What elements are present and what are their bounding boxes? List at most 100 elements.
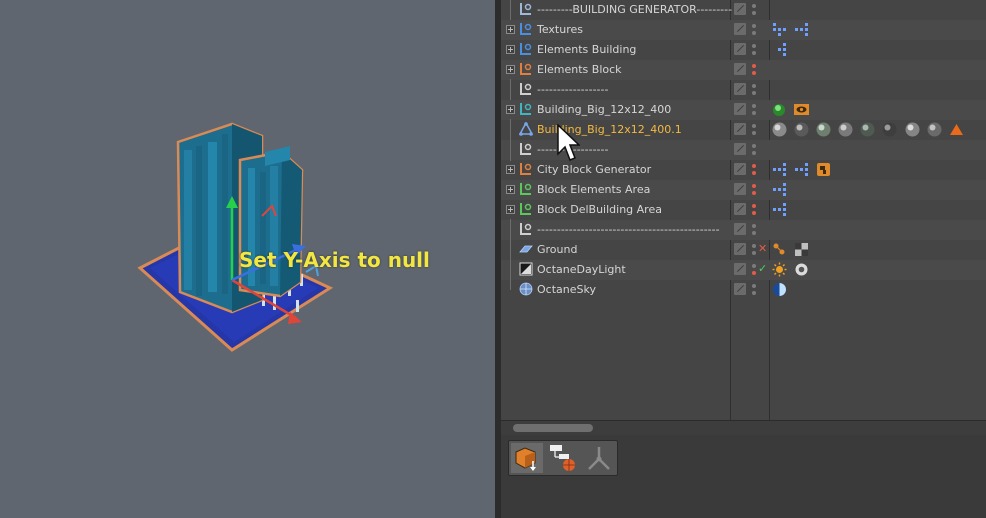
object-name[interactable]: Block DelBuilding Area xyxy=(537,202,662,218)
object-name[interactable]: ---------BUILDING GENERATOR--------- xyxy=(537,2,732,18)
object-name[interactable]: Ground xyxy=(537,242,577,258)
disabled-status-icon[interactable]: ✕ xyxy=(758,243,767,255)
object-row[interactable]: OctaneDayLight ✓ xyxy=(501,259,986,281)
hierarchy-mode-button[interactable] xyxy=(547,443,579,473)
object-name[interactable]: City Block Generator xyxy=(537,162,651,178)
render-visibility-dot[interactable] xyxy=(752,91,756,95)
layer-toggle[interactable] xyxy=(734,163,746,175)
material-tag-icon[interactable] xyxy=(838,122,853,137)
layer-toggle[interactable] xyxy=(734,123,746,135)
object-row[interactable]: ----------------------------------------… xyxy=(501,219,986,241)
render-visibility-dot[interactable] xyxy=(752,231,756,235)
object-row[interactable]: OctaneSky xyxy=(501,279,986,300)
layer-toggle[interactable] xyxy=(734,63,746,75)
render-visibility-dot[interactable] xyxy=(752,211,756,215)
display-tag-icon[interactable] xyxy=(794,102,810,117)
settings-tag-icon[interactable] xyxy=(794,262,809,277)
object-name[interactable]: Textures xyxy=(537,22,583,38)
enabled-status-icon[interactable]: ✓ xyxy=(758,263,767,275)
warning-tag-icon[interactable] xyxy=(949,122,964,137)
object-name[interactable]: OctaneSky xyxy=(537,282,596,298)
render-visibility-dot[interactable] xyxy=(752,111,756,115)
hierarchy-tag-icon[interactable] xyxy=(794,162,809,177)
material-tag-icon[interactable] xyxy=(860,122,875,137)
object-name[interactable]: Elements Building xyxy=(537,42,636,58)
render-visibility-dot[interactable] xyxy=(752,51,756,55)
layer-toggle[interactable] xyxy=(734,283,746,295)
material-tag-icon[interactable] xyxy=(794,122,809,137)
layer-toggle[interactable] xyxy=(734,23,746,35)
object-row[interactable]: Ground ✕ xyxy=(501,239,986,261)
object-row[interactable]: Block Elements Area xyxy=(501,180,986,200)
layer-toggle[interactable] xyxy=(734,3,746,15)
render-visibility-dot[interactable] xyxy=(752,191,756,195)
editor-visibility-dot[interactable] xyxy=(752,84,756,88)
editor-visibility-dot[interactable] xyxy=(752,224,756,228)
object-row[interactable]: ------------------ xyxy=(501,79,986,101)
render-visibility-dot[interactable] xyxy=(752,171,756,175)
xpresso-tag-icon[interactable] xyxy=(816,162,831,177)
editor-visibility-dot[interactable] xyxy=(752,264,756,268)
hierarchy-tag-icon[interactable] xyxy=(772,22,787,37)
scrollbar-thumb[interactable] xyxy=(513,424,593,432)
layer-toggle[interactable] xyxy=(734,83,746,95)
material-tag-icon[interactable] xyxy=(772,122,787,137)
layer-toggle[interactable] xyxy=(734,103,746,115)
editor-visibility-dot[interactable] xyxy=(752,204,756,208)
phong-tag-icon[interactable] xyxy=(772,102,787,117)
render-visibility-dot[interactable] xyxy=(752,291,756,295)
layer-toggle[interactable] xyxy=(734,203,746,215)
layer-toggle[interactable] xyxy=(734,223,746,235)
layer-toggle[interactable] xyxy=(734,143,746,155)
object-name[interactable]: ------------------ xyxy=(537,82,608,98)
hierarchy-tag-icon[interactable] xyxy=(772,182,787,197)
object-name[interactable]: Building_Big_12x12_400 xyxy=(537,102,671,118)
material-tag-icon[interactable] xyxy=(882,122,897,137)
expand-icon[interactable] xyxy=(506,185,515,194)
editor-visibility-dot[interactable] xyxy=(752,64,756,68)
object-row[interactable]: Elements Building xyxy=(501,40,986,60)
layer-toggle[interactable] xyxy=(734,243,746,255)
expand-icon[interactable] xyxy=(506,45,515,54)
object-row[interactable]: Elements Block xyxy=(501,60,986,80)
horizontal-scrollbar[interactable] xyxy=(501,420,986,435)
object-tag-icon[interactable] xyxy=(772,242,787,257)
object-list[interactable]: ---------BUILDING GENERATOR--------- Tex… xyxy=(501,0,986,420)
expand-icon[interactable] xyxy=(506,65,515,74)
object-row[interactable]: Block DelBuilding Area xyxy=(501,200,986,220)
hierarchy-tag-icon[interactable] xyxy=(772,162,787,177)
object-row[interactable]: Textures xyxy=(501,20,986,40)
layer-toggle[interactable] xyxy=(734,183,746,195)
object-name[interactable]: ----------------------------------------… xyxy=(537,222,720,238)
expand-icon[interactable] xyxy=(506,25,515,34)
object-name[interactable]: Elements Block xyxy=(537,62,622,78)
editor-visibility-dot[interactable] xyxy=(752,44,756,48)
material-tag-icon[interactable] xyxy=(927,122,942,137)
environment-tag-icon[interactable] xyxy=(772,282,787,297)
editor-visibility-dot[interactable] xyxy=(752,124,756,128)
material-tag-icon[interactable] xyxy=(905,122,920,137)
editor-visibility-dot[interactable] xyxy=(752,4,756,8)
layer-toggle[interactable] xyxy=(734,43,746,55)
sun-tag-icon[interactable] xyxy=(772,262,787,277)
expand-icon[interactable] xyxy=(506,105,515,114)
object-row[interactable]: ---------BUILDING GENERATOR--------- xyxy=(501,0,986,21)
render-visibility-dot[interactable] xyxy=(752,131,756,135)
editor-visibility-dot[interactable] xyxy=(752,24,756,28)
render-visibility-dot[interactable] xyxy=(752,271,756,275)
render-visibility-dot[interactable] xyxy=(752,251,756,255)
editor-visibility-dot[interactable] xyxy=(752,144,756,148)
render-visibility-dot[interactable] xyxy=(752,151,756,155)
3d-viewport[interactable]: Set Y-Axis to null xyxy=(0,0,495,518)
texture-tag-icon[interactable] xyxy=(794,242,809,257)
editor-visibility-dot[interactable] xyxy=(752,284,756,288)
joint-mode-button[interactable] xyxy=(583,443,615,473)
object-mode-button[interactable] xyxy=(511,443,543,473)
expand-icon[interactable] xyxy=(506,165,515,174)
editor-visibility-dot[interactable] xyxy=(752,244,756,248)
object-name[interactable]: Block Elements Area xyxy=(537,182,650,198)
editor-visibility-dot[interactable] xyxy=(752,104,756,108)
material-tag-icon[interactable] xyxy=(816,122,831,137)
editor-visibility-dot[interactable] xyxy=(752,164,756,168)
expand-icon[interactable] xyxy=(506,205,515,214)
